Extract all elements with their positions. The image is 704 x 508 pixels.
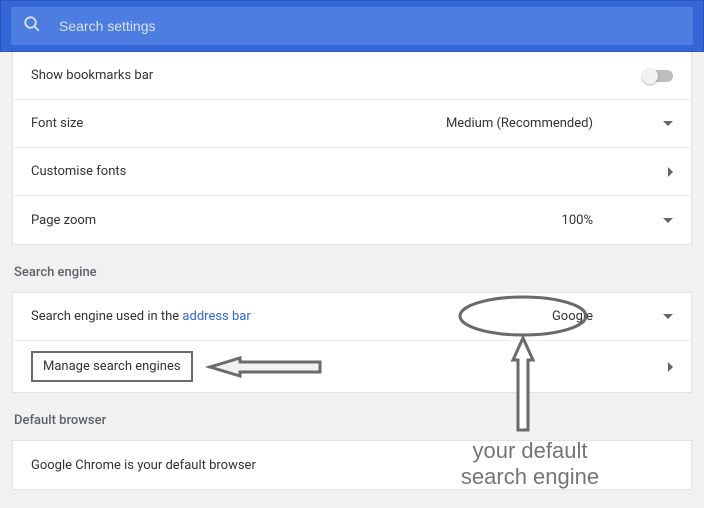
search-engine-label: Search engine used in the address bar — [31, 309, 251, 324]
chevron-down-icon — [663, 121, 673, 126]
search-icon — [23, 15, 59, 37]
page-zoom-label: Page zoom — [31, 213, 96, 228]
search-engine-value: Google — [552, 309, 593, 324]
page-zoom-value: 100% — [562, 213, 593, 228]
settings-search-header — [0, 0, 704, 52]
search-engine-card: Search engine used in the address bar Go… — [12, 292, 692, 393]
default-browser-message: Google Chrome is your default browser — [31, 458, 256, 473]
customise-fonts-row[interactable]: Customise fonts — [13, 148, 691, 196]
address-bar-link[interactable]: address bar — [182, 309, 250, 324]
customise-fonts-label: Customise fonts — [31, 164, 126, 179]
manage-engines-row[interactable]: Manage search engines — [13, 341, 691, 392]
appearance-card: Show bookmarks bar Font size Medium (Rec… — [12, 52, 692, 245]
chevron-down-icon — [663, 314, 673, 319]
chevron-down-icon — [663, 218, 673, 223]
chevron-right-icon — [668, 167, 673, 177]
search-box[interactable] — [11, 7, 693, 45]
font-size-label: Font size — [31, 116, 83, 131]
page-zoom-row[interactable]: Page zoom 100% — [13, 196, 691, 244]
chevron-right-icon — [668, 362, 673, 372]
annotation-text: your default search engine — [440, 438, 620, 491]
bookmarks-toggle[interactable] — [643, 70, 673, 82]
font-size-row[interactable]: Font size Medium (Recommended) — [13, 100, 691, 148]
bookmarks-label: Show bookmarks bar — [31, 68, 153, 83]
bookmarks-row: Show bookmarks bar — [13, 52, 691, 100]
annotation-line2: search engine — [440, 464, 620, 490]
search-engine-prefix: Search engine used in the — [31, 309, 182, 324]
font-size-value: Medium (Recommended) — [446, 116, 593, 131]
default-browser-title: Default browser — [0, 393, 704, 440]
search-input[interactable] — [59, 18, 681, 34]
annotation-line1: your default — [440, 438, 620, 464]
manage-engines-button[interactable]: Manage search engines — [31, 351, 193, 382]
search-engine-title: Search engine — [0, 245, 704, 292]
search-engine-row[interactable]: Search engine used in the address bar Go… — [13, 293, 691, 341]
